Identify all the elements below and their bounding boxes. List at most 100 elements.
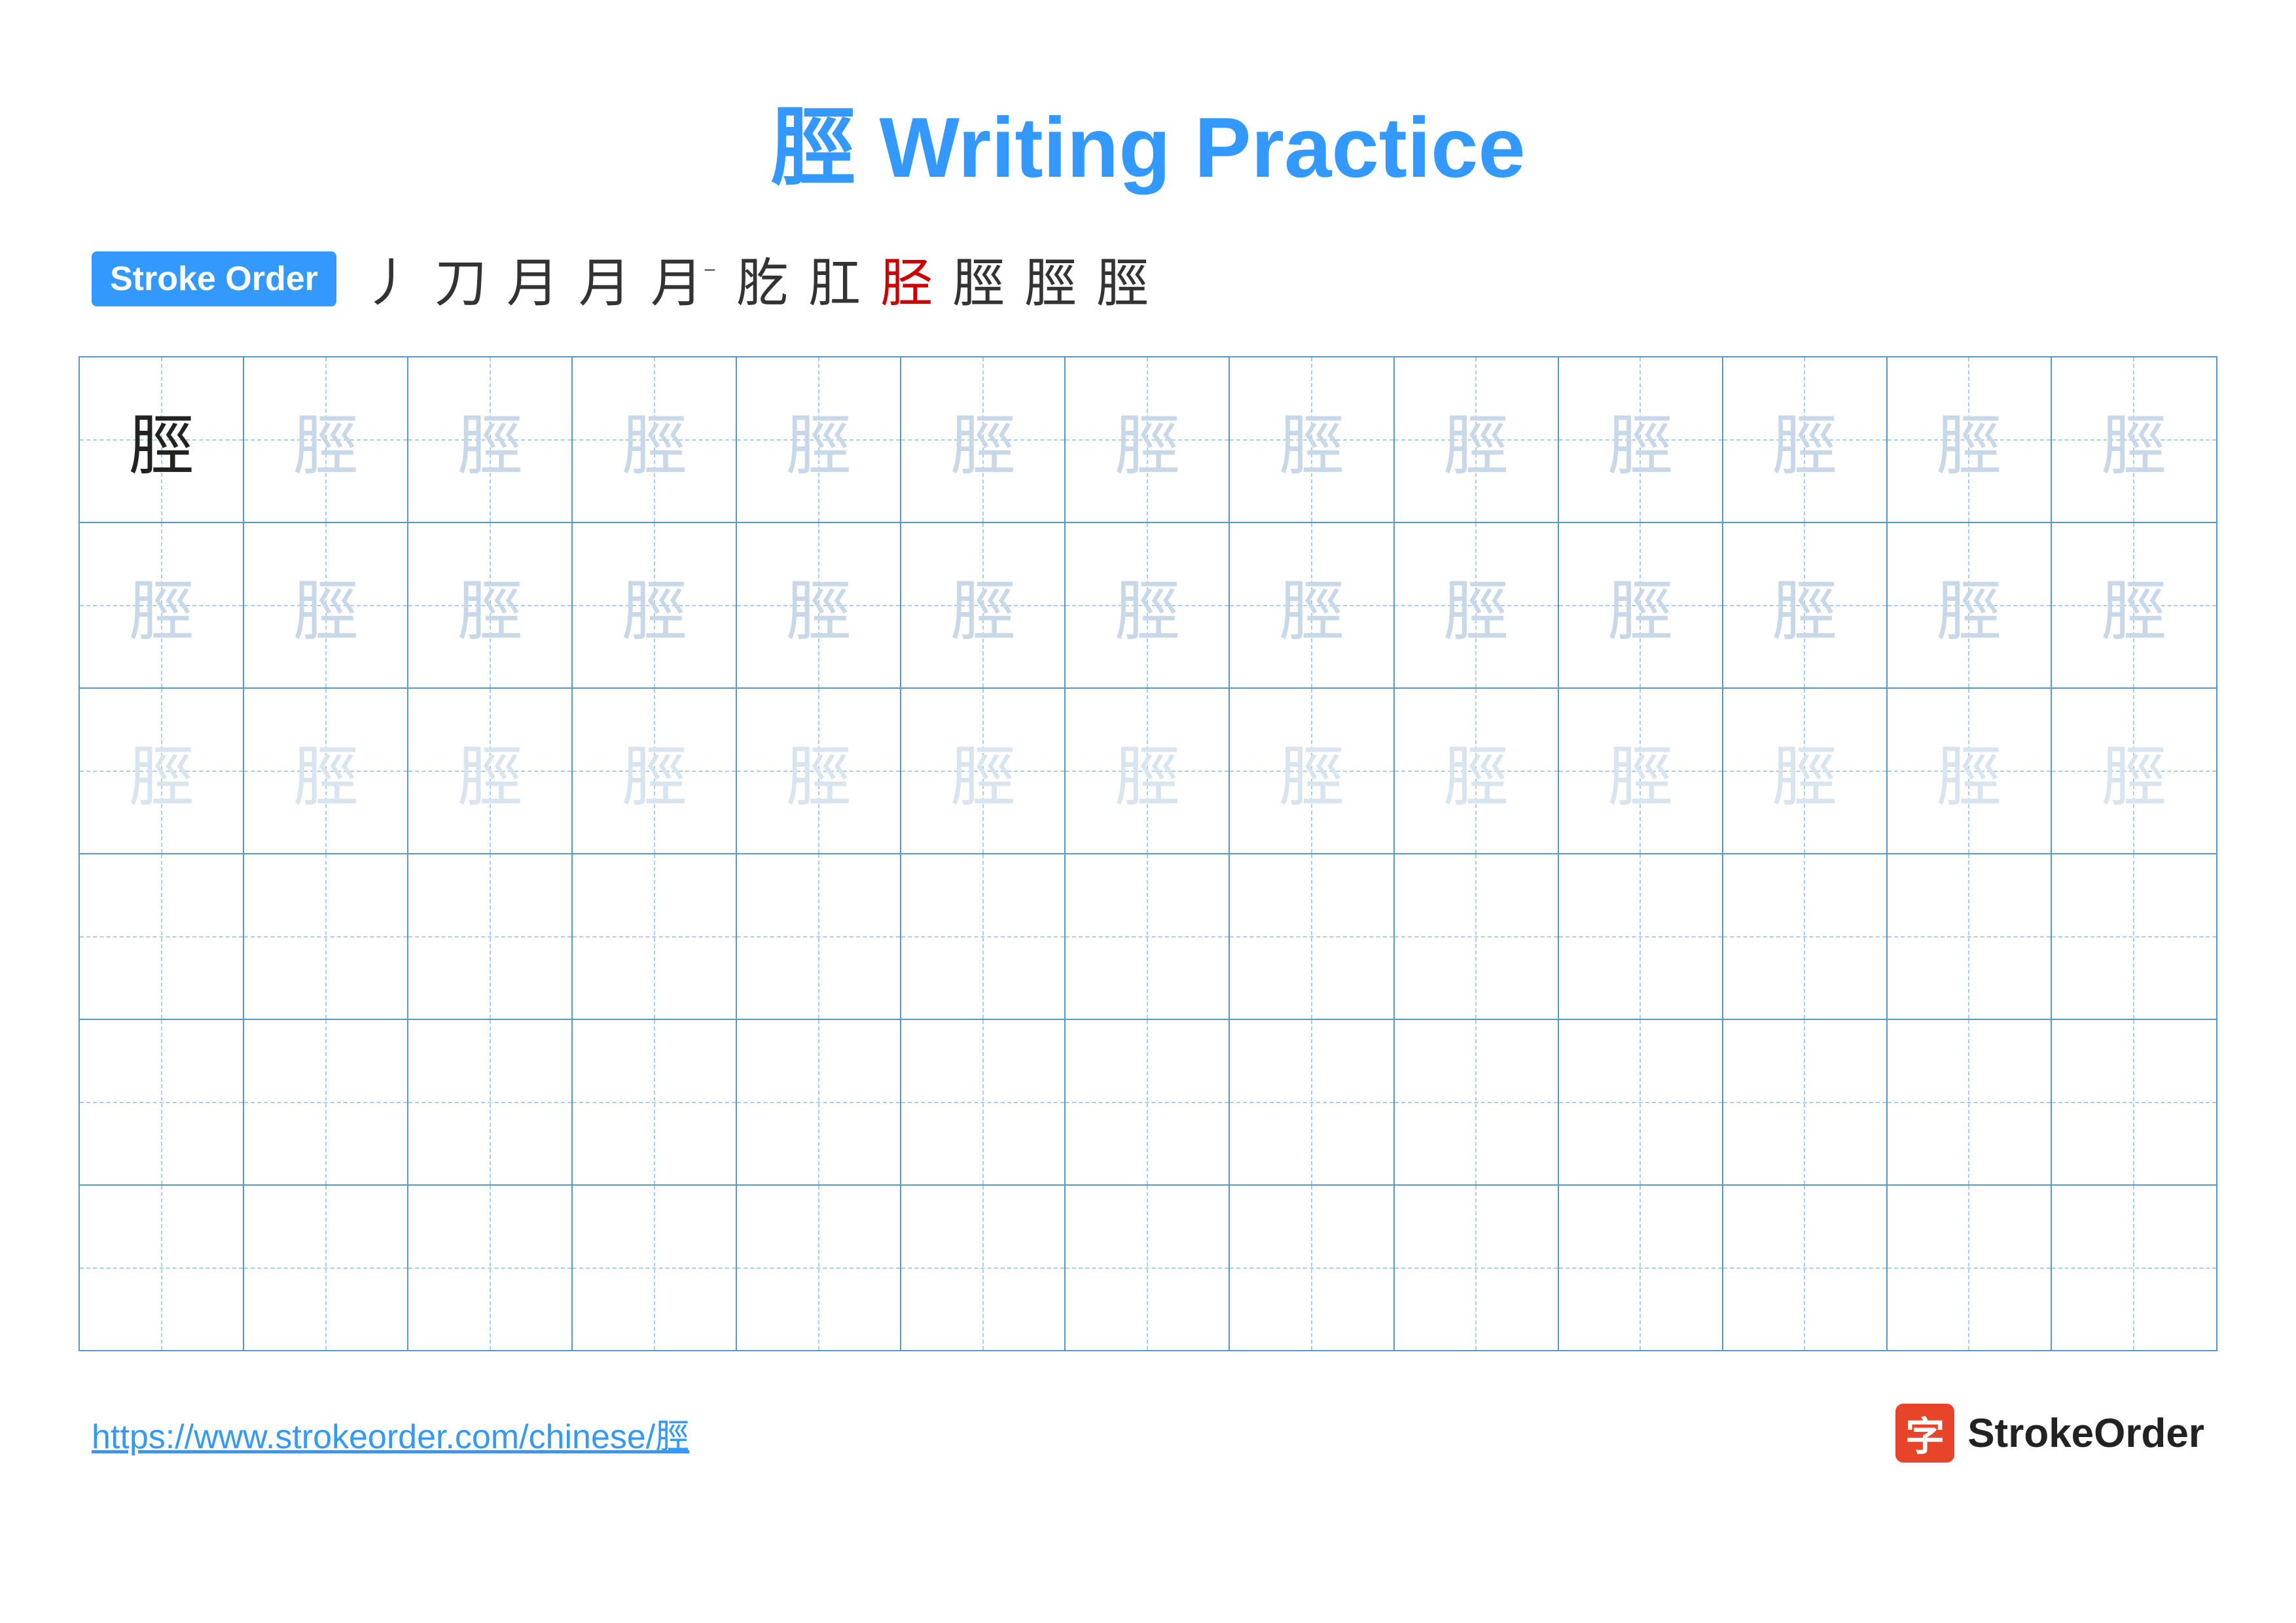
footer-logo: 字 StrokeOrder [1895,1404,2204,1463]
stroke-step-5: 月⁻ [651,241,717,317]
grid-cell-r4-c11[interactable] [1723,854,1888,1019]
stroke-step-7: 肛 [808,241,861,317]
grid-cell-r3-c4: 脛 [573,689,737,853]
grid-cell-r2-c11: 脛 [1723,523,1888,687]
stroke-step-9: 脛 [952,241,1005,317]
grid-cell-r6-c13[interactable] [2052,1186,2216,1350]
footer-url[interactable]: https://www.strokeorder.com/chinese/脛 [92,1409,689,1458]
grid-cell-r5-c6[interactable] [901,1020,1066,1184]
grid-cell-r3-c7: 脛 [1066,689,1230,853]
grid-cell-r3-c1: 脛 [80,689,244,853]
grid-cell-r4-c9[interactable] [1395,854,1559,1019]
grid-cell-r1-c10: 脛 [1559,357,1723,522]
grid-cell-r6-c11[interactable] [1723,1186,1888,1350]
grid-cell-r4-c10[interactable] [1559,854,1723,1019]
grid-cell-r1-c9: 脛 [1395,357,1559,522]
grid-row-6 [80,1186,2216,1350]
logo-icon: 字 [1895,1404,1954,1463]
stroke-step-1: 丿 [363,241,415,317]
grid-cell-r1-c8: 脛 [1230,357,1394,522]
practice-grid: 脛 脛 脛 脛 脛 脛 脛 脛 脛 脛 脛 脛 脛 脛 脛 脛 脛 脛 脛 脛 … [79,356,2217,1351]
grid-cell-r5-c12[interactable] [1888,1020,2052,1184]
footer: https://www.strokeorder.com/chinese/脛 字 … [79,1404,2217,1463]
grid-cell-r2-c5: 脛 [737,523,901,687]
grid-cell-r2-c12: 脛 [1888,523,2052,687]
grid-cell-r2-c1: 脛 [80,523,244,687]
grid-row-1: 脛 脛 脛 脛 脛 脛 脛 脛 脛 脛 脛 脛 脛 [80,357,2216,523]
grid-cell-r6-c3[interactable] [408,1186,573,1350]
grid-cell-r5-c10[interactable] [1559,1020,1723,1184]
grid-cell-r1-c5: 脛 [737,357,901,522]
stroke-order-row: Stroke Order 丿 刀 月 月 月⁻ 肐 肛 胫 脛 脛 脛 [79,241,2217,317]
stroke-order-badge: Stroke Order [92,251,336,306]
grid-cell-r4-c6[interactable] [901,854,1066,1019]
grid-cell-r5-c8[interactable] [1230,1020,1394,1184]
grid-cell-r3-c9: 脛 [1395,689,1559,853]
grid-cell-r4-c5[interactable] [737,854,901,1019]
grid-cell-r4-c8[interactable] [1230,854,1394,1019]
grid-cell-r4-c2[interactable] [244,854,408,1019]
stroke-step-11: 脛 [1096,241,1149,317]
grid-cell-r4-c7[interactable] [1066,854,1230,1019]
grid-cell-r2-c10: 脛 [1559,523,1723,687]
grid-cell-r6-c9[interactable] [1395,1186,1559,1350]
grid-cell-r1-c11: 脛 [1723,357,1888,522]
grid-cell-r3-c6: 脛 [901,689,1066,853]
grid-cell-r5-c11[interactable] [1723,1020,1888,1184]
grid-cell-r4-c4[interactable] [573,854,737,1019]
page: 脛 Writing Practice Stroke Order 丿 刀 月 月 … [0,0,2296,1623]
stroke-step-6: 肐 [736,241,789,317]
grid-cell-r4-c1[interactable] [80,854,244,1019]
logo-char: 字 [1905,1405,1945,1462]
grid-cell-r2-c4: 脛 [573,523,737,687]
grid-cell-r6-c8[interactable] [1230,1186,1394,1350]
grid-cell-r3-c5: 脛 [737,689,901,853]
grid-cell-r3-c11: 脛 [1723,689,1888,853]
grid-cell-r1-c1: 脛 [80,357,244,522]
grid-cell-r5-c3[interactable] [408,1020,573,1184]
grid-cell-r3-c12: 脛 [1888,689,2052,853]
grid-cell-r2-c8: 脛 [1230,523,1394,687]
stroke-step-2: 刀 [435,241,487,317]
grid-cell-r4-c12[interactable] [1888,854,2052,1019]
grid-cell-r5-c4[interactable] [573,1020,737,1184]
grid-cell-r4-c3[interactable] [408,854,573,1019]
grid-cell-r1-c13: 脛 [2052,357,2216,522]
grid-cell-r2-c13: 脛 [2052,523,2216,687]
grid-cell-r6-c6[interactable] [901,1186,1066,1350]
char-light1: 脛 [293,392,359,487]
grid-cell-r6-c5[interactable] [737,1186,901,1350]
grid-row-5 [80,1020,2216,1186]
grid-cell-r5-c7[interactable] [1066,1020,1230,1184]
stroke-step-8: 胫 [880,241,933,317]
grid-row-3: 脛 脛 脛 脛 脛 脛 脛 脛 脛 脛 脛 脛 脛 [80,689,2216,854]
stroke-step-10: 脛 [1024,241,1077,317]
grid-cell-r6-c1[interactable] [80,1186,244,1350]
grid-row-4 [80,854,2216,1020]
grid-cell-r1-c12: 脛 [1888,357,2052,522]
grid-cell-r1-c4: 脛 [573,357,737,522]
grid-cell-r5-c1[interactable] [80,1020,244,1184]
grid-cell-r1-c6: 脛 [901,357,1066,522]
title-char: 脛 Writing Practice [770,100,1525,195]
grid-cell-r1-c3: 脛 [408,357,573,522]
grid-cell-r5-c13[interactable] [2052,1020,2216,1184]
grid-cell-r6-c10[interactable] [1559,1186,1723,1350]
grid-cell-r2-c7: 脛 [1066,523,1230,687]
grid-cell-r4-c13[interactable] [2052,854,2216,1019]
char-dark: 脛 [129,392,194,487]
stroke-steps: 丿 刀 月 月 月⁻ 肐 肛 胫 脛 脛 脛 [363,241,1149,317]
grid-cell-r1-c7: 脛 [1066,357,1230,522]
stroke-step-4: 月 [579,241,631,317]
grid-cell-r5-c9[interactable] [1395,1020,1559,1184]
grid-cell-r5-c5[interactable] [737,1020,901,1184]
grid-cell-r2-c9: 脛 [1395,523,1559,687]
grid-cell-r6-c2[interactable] [244,1186,408,1350]
grid-cell-r6-c12[interactable] [1888,1186,2052,1350]
grid-cell-r5-c2[interactable] [244,1020,408,1184]
grid-cell-r6-c7[interactable] [1066,1186,1230,1350]
logo-text: StrokeOrder [1967,1410,2204,1457]
grid-cell-r3-c13: 脛 [2052,689,2216,853]
grid-cell-r6-c4[interactable] [573,1186,737,1350]
grid-cell-r3-c2: 脛 [244,689,408,853]
